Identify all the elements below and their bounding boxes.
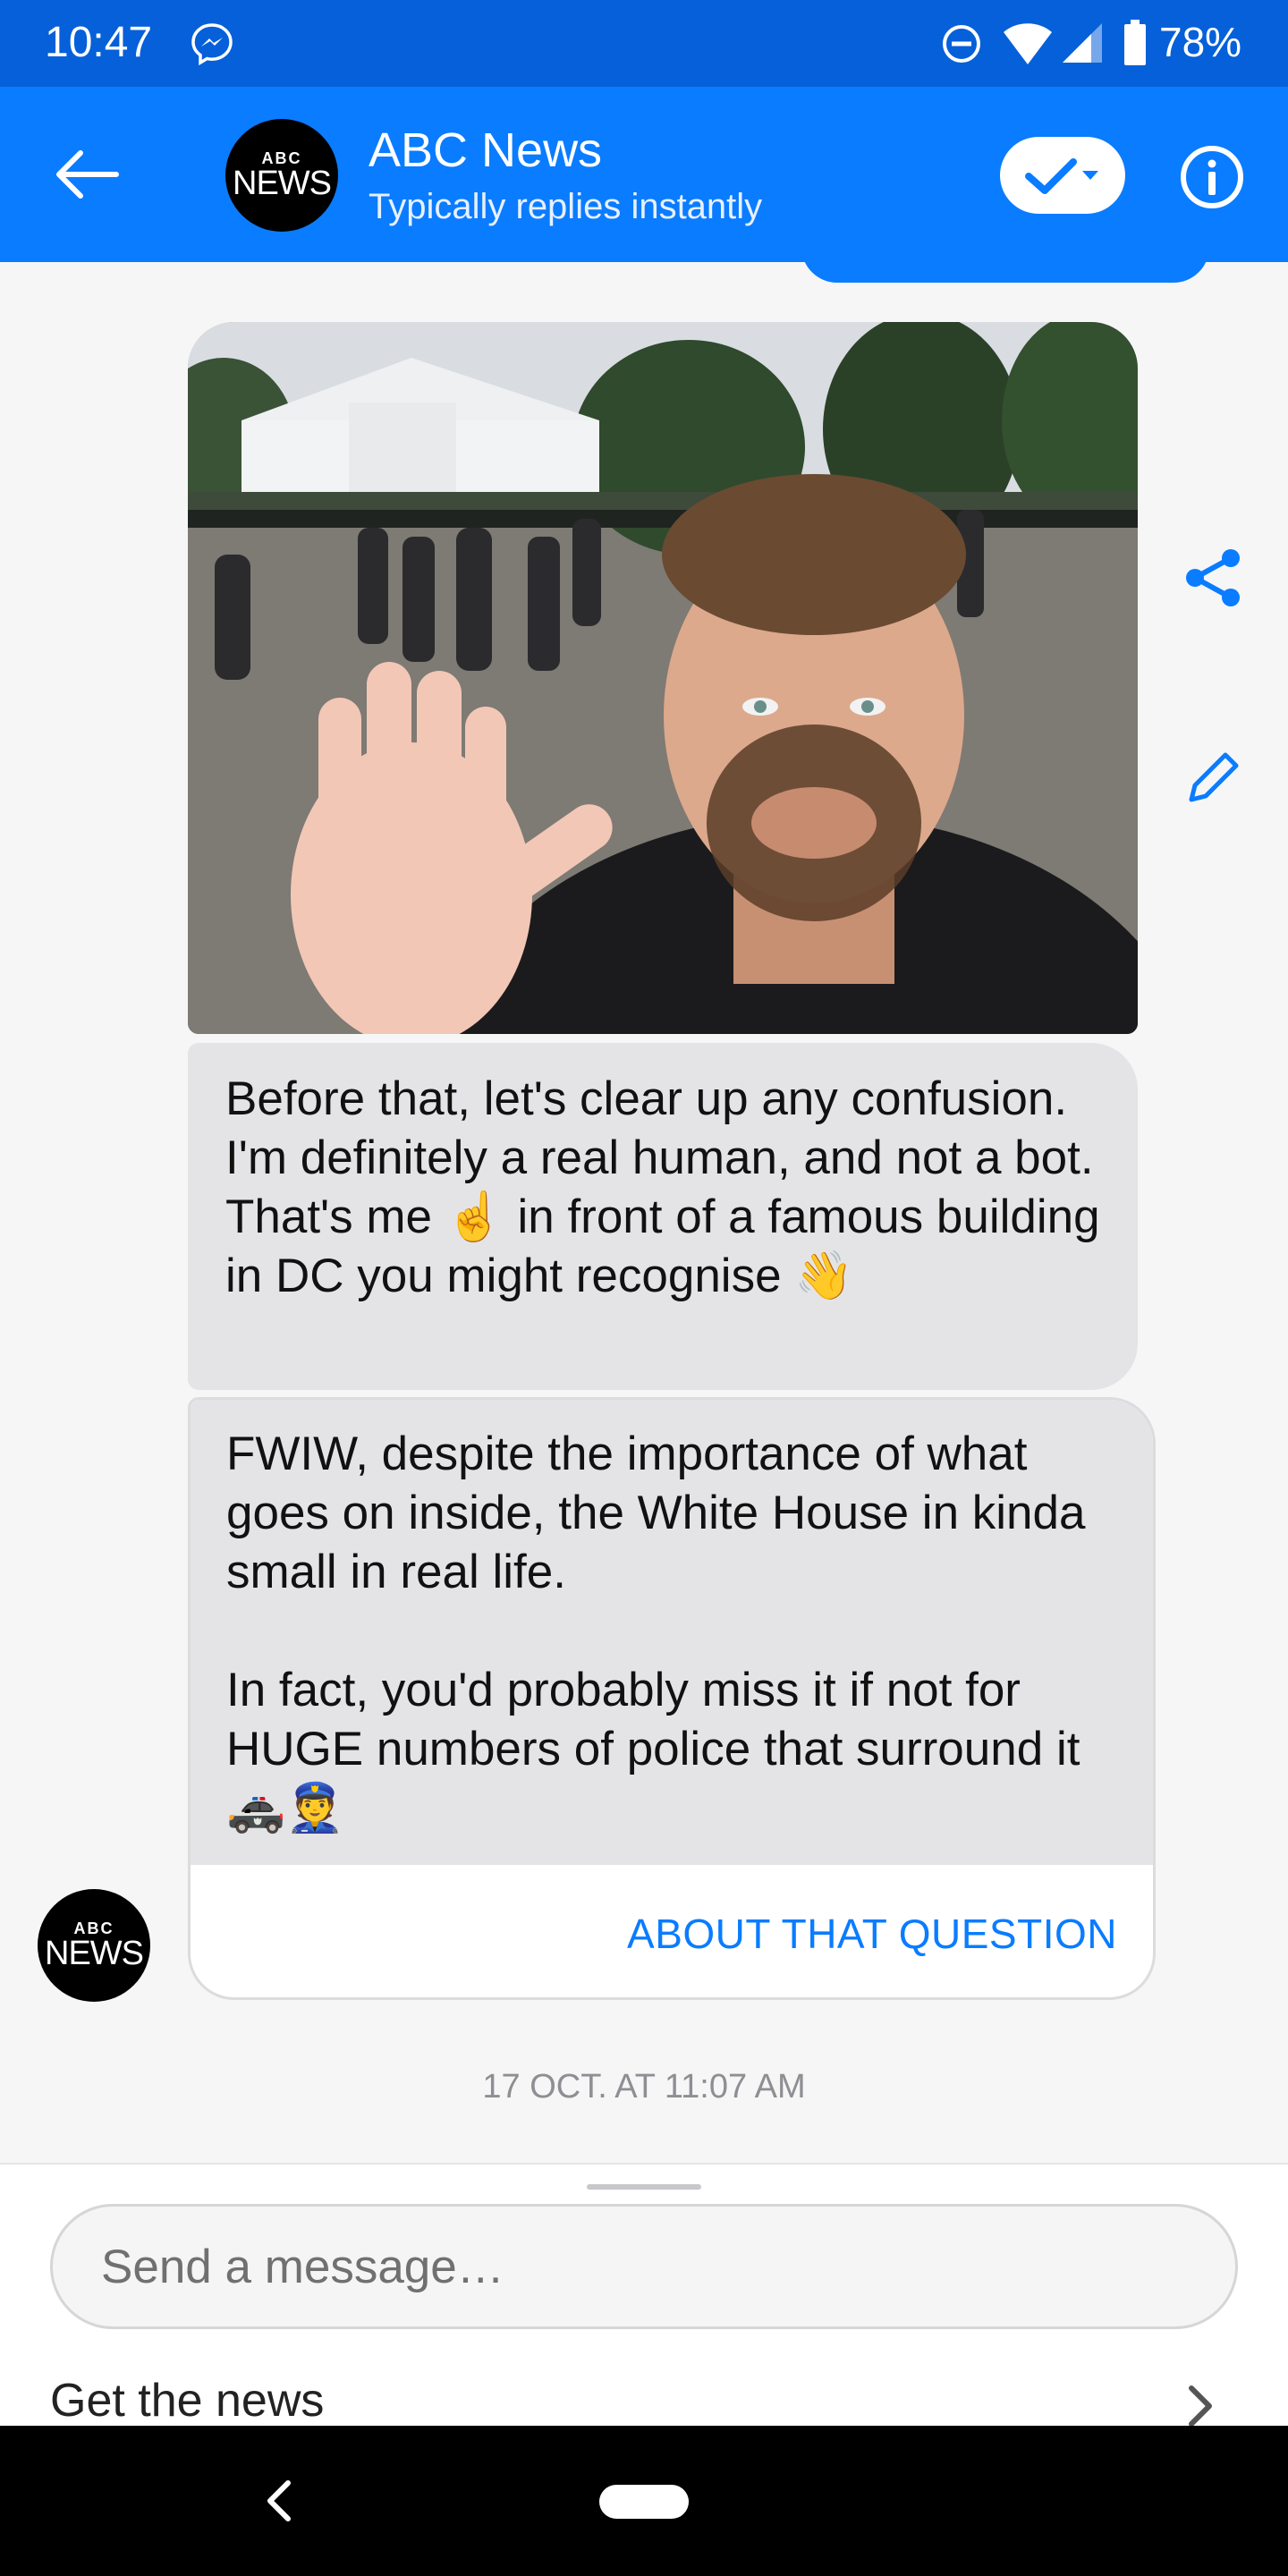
photo-message[interactable] xyxy=(188,322,1138,1034)
cellular-icon xyxy=(1063,23,1102,63)
message-input[interactable] xyxy=(50,2204,1238,2329)
previous-message-bubble xyxy=(801,215,1209,283)
contact-status: Typically replies instantly xyxy=(369,187,763,226)
check-dropdown-button[interactable] xyxy=(1000,137,1125,214)
avatar-logo-bottom: NEWS xyxy=(233,165,332,202)
nav-back-icon[interactable] xyxy=(261,2476,297,2526)
drawer-handle[interactable] xyxy=(587,2184,701,2190)
edit-icon[interactable] xyxy=(1182,746,1245,809)
check-dropdown-icon xyxy=(1025,158,1098,194)
avatar-logo-bottom: NEWS xyxy=(45,1935,144,1972)
message-card: FWIW, despite the importance of what goe… xyxy=(188,1397,1156,2000)
composer: Get the news xyxy=(0,2163,1288,2426)
home-pill-icon[interactable] xyxy=(599,2485,689,2519)
battery-icon xyxy=(1124,20,1146,65)
wifi-icon xyxy=(1004,23,1052,64)
back-arrow-icon[interactable] xyxy=(50,146,122,203)
battery-percent: 78% xyxy=(1159,19,1242,65)
menu-item-get-news[interactable]: Get the news xyxy=(50,2374,324,2426)
card-text: FWIW, despite the importance of what goe… xyxy=(191,1400,1153,1865)
message-timestamp: 17 OCT. AT 11:07 AM xyxy=(482,2068,806,2106)
chevron-right-icon[interactable] xyxy=(1179,2379,1224,2426)
selfie-photo xyxy=(188,322,1138,1034)
status-time: 10:47 xyxy=(45,19,153,66)
about-that-question-button[interactable]: ABOUT THAT QUESTION xyxy=(191,1865,1153,1997)
share-icon[interactable] xyxy=(1179,544,1247,612)
contact-name[interactable]: ABC News xyxy=(369,123,602,178)
sender-avatar[interactable]: ABC NEWS xyxy=(38,1889,150,2002)
header-avatar[interactable]: ABC NEWS xyxy=(225,119,338,232)
system-nav-bar xyxy=(0,2426,1288,2576)
dnd-icon xyxy=(943,25,980,63)
messenger-icon xyxy=(191,23,233,66)
info-icon[interactable] xyxy=(1179,144,1245,210)
status-bar: 10:47 78% xyxy=(0,0,1288,87)
message-bubble: Before that, let's clear up any confusio… xyxy=(188,1043,1138,1390)
